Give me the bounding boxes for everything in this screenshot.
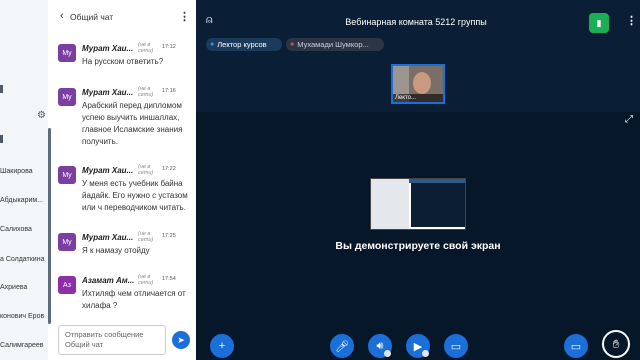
user-name[interactable]: Абдыкарим... bbox=[0, 197, 43, 204]
user-name[interactable]: Ахриева bbox=[0, 284, 27, 291]
message-time: 17:25 bbox=[162, 233, 176, 239]
screen-share-preview bbox=[370, 178, 466, 230]
user-name[interactable]: Салихова bbox=[0, 226, 32, 233]
offline-status: (не в сети) bbox=[138, 231, 154, 243]
options-badge[interactable] bbox=[422, 350, 429, 357]
user-name[interactable]: конович Еров bbox=[0, 313, 44, 320]
speaker-icon: 🔊︎ bbox=[376, 339, 384, 352]
users-list-panel: ⚙ Шакирова Абдыкарим... Салихова а Солда… bbox=[0, 0, 48, 360]
plus-icon: + bbox=[218, 340, 226, 352]
preview-sidebar bbox=[371, 179, 409, 229]
offline-status: (не в сети) bbox=[138, 164, 154, 176]
microphone-icon: 🎤︎ bbox=[335, 340, 349, 353]
avatar: Mу bbox=[58, 233, 76, 251]
room-title: Вебинарная комната 5212 группы bbox=[345, 17, 487, 27]
screen-share-message: Вы демонстрируете свой экран bbox=[335, 240, 501, 252]
user-name[interactable]: Салимгареев bbox=[0, 342, 44, 349]
message-author: Мурат Хаи... bbox=[82, 88, 134, 97]
chat-title: Общий чат bbox=[70, 12, 114, 22]
send-button[interactable]: ➤ bbox=[172, 331, 190, 349]
hand-icon: ✋︎ bbox=[612, 336, 620, 351]
offline-status: (не в сети) bbox=[138, 274, 154, 286]
chat-scrollbar[interactable] bbox=[48, 128, 51, 324]
user-name[interactable]: а Солдаткина bbox=[0, 256, 44, 263]
message-time: 17:22 bbox=[162, 166, 176, 172]
message-author: Мурат Хаи... bbox=[82, 44, 134, 53]
message-text: Ихтиляф чем отличается от хилафа ? bbox=[82, 289, 186, 310]
meeting-header: ⍝ Вебинарная комната 5212 группы ▮ ⋮ ● Л… bbox=[196, 0, 640, 112]
presenter-pill[interactable]: ● Мухамади Шумкор... bbox=[286, 38, 384, 51]
signal-bars-icon: ▮ bbox=[596, 17, 602, 28]
fullscreen-icon[interactable]: ⤢ bbox=[625, 114, 633, 125]
presentation-button[interactable]: ▭ bbox=[564, 334, 588, 358]
avatar: Mу bbox=[58, 166, 76, 184]
raise-hand-button[interactable]: ✋︎ bbox=[602, 330, 630, 358]
chat-message-input[interactable]: Отправить сообщение Общий чат bbox=[58, 325, 166, 355]
mute-button[interactable]: 🎤︎ bbox=[330, 334, 354, 358]
message-time: 17:54 bbox=[162, 276, 176, 282]
monitor-icon: ▭ bbox=[450, 340, 462, 353]
user-name[interactable]: Шакирова bbox=[0, 168, 33, 175]
camera-button[interactable]: ▶ bbox=[406, 334, 430, 358]
message-text: На русском ответить? bbox=[82, 57, 164, 66]
avatar: Mу bbox=[58, 44, 76, 62]
webcam-person bbox=[413, 72, 431, 94]
message-text: Арабский перед дипломом успею выучить ин… bbox=[82, 101, 183, 146]
avatar: Mу bbox=[58, 88, 76, 106]
chat-header: ‹ Общий чат ⋮ bbox=[48, 0, 196, 36]
send-icon: ➤ bbox=[177, 334, 185, 345]
screen-share-button[interactable]: ▭ bbox=[444, 334, 468, 358]
user-icon[interactable]: ⍝ bbox=[206, 14, 213, 27]
message-author: Мурат Хаи... bbox=[82, 233, 134, 242]
meeting-area: ⍝ Вебинарная комната 5212 группы ▮ ⋮ ● Л… bbox=[196, 0, 640, 360]
user-tick bbox=[0, 135, 3, 143]
chevron-left-icon[interactable]: ‹ bbox=[60, 10, 64, 22]
more-options-icon[interactable]: ⋮ bbox=[179, 10, 190, 23]
webcam-tile[interactable]: Лекто... bbox=[391, 64, 445, 104]
message-text: У меня есть учебник байна йадайк. Его ну… bbox=[82, 179, 188, 212]
message-author: Азамат Ам... bbox=[82, 276, 135, 285]
presenter-pill[interactable]: ● Лектор курсов bbox=[206, 38, 282, 51]
connection-status-button[interactable]: ▮ bbox=[589, 13, 609, 33]
more-options-icon[interactable]: ⋮ bbox=[626, 14, 637, 27]
presenter-name: Лектор курсов bbox=[217, 40, 267, 49]
offline-status: (не в сети) bbox=[138, 42, 154, 54]
offline-status: (не в сети) bbox=[138, 86, 154, 98]
presentation-icon: ▭ bbox=[570, 340, 582, 353]
avatar: Аз bbox=[58, 276, 76, 294]
mic-icon: ● bbox=[210, 41, 215, 48]
webcam-label: Лекто... bbox=[393, 94, 443, 102]
message-text: Я к намазу отойду bbox=[82, 246, 150, 255]
user-tick bbox=[0, 85, 3, 93]
chat-panel: ‹ Общий чат ⋮ Mу Мурат Хаи... (не в сети… bbox=[48, 0, 196, 360]
audio-button[interactable]: 🔊︎ bbox=[368, 334, 392, 358]
message-author: Мурат Хаи... bbox=[82, 166, 134, 175]
presenter-name: Мухамади Шумкор... bbox=[297, 40, 369, 49]
mic-muted-icon: ● bbox=[290, 41, 295, 48]
preview-content bbox=[411, 183, 465, 227]
gear-icon[interactable]: ⚙ bbox=[37, 110, 46, 121]
camera-icon: ▶ bbox=[413, 340, 423, 353]
message-time: 17:16 bbox=[162, 88, 176, 94]
message-time: 17:12 bbox=[162, 44, 176, 50]
options-badge[interactable] bbox=[384, 350, 391, 357]
actions-button[interactable]: + bbox=[210, 334, 234, 358]
